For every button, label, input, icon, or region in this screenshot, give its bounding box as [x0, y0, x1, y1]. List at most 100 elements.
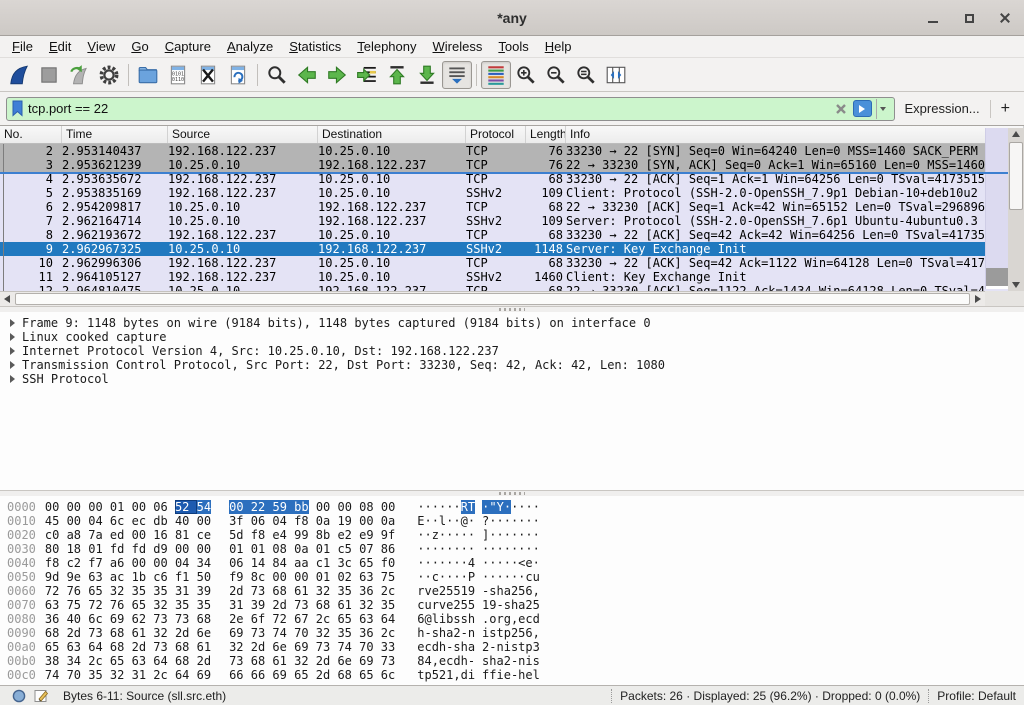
hex-ascii[interactable]: h-sha2-n	[417, 626, 475, 640]
hex-ascii[interactable]: ecdh-sha	[417, 640, 475, 654]
menu-item-edit[interactable]: Edit	[41, 37, 79, 56]
packet-row[interactable]: 72.96216471410.25.0.10192.168.122.237SSH…	[0, 214, 1024, 228]
toolbar-button-close-file-icon[interactable]	[193, 61, 223, 89]
menu-item-help[interactable]: Help	[537, 37, 580, 56]
expand-arrow-icon[interactable]	[10, 375, 15, 383]
hex-ascii[interactable]: 6@libssh	[417, 612, 475, 626]
menu-item-statistics[interactable]: Statistics	[281, 37, 349, 56]
status-profile[interactable]: Profile: Default	[937, 689, 1016, 703]
hex-bytes[interactable]: 74 70 35 32 31 2c 64 69	[45, 668, 211, 682]
menu-item-capture[interactable]: Capture	[157, 37, 219, 56]
hex-bytes[interactable]: 9d 9e 63 ac 1b c6 f1 50	[45, 570, 211, 584]
toolbar-button-capture-options-icon[interactable]	[94, 61, 124, 89]
hex-ascii[interactable]: sha2-nis	[482, 654, 540, 668]
expression-button[interactable]: Expression...	[901, 101, 984, 116]
col-header-source[interactable]: Source	[168, 126, 318, 143]
filter-clear-icon[interactable]	[833, 101, 849, 117]
packet-row[interactable]: 32.95362123910.25.0.10192.168.122.237TCP…	[0, 158, 1024, 172]
hex-ascii[interactable]: ········	[482, 542, 540, 556]
toolbar-button-go-first-icon[interactable]	[382, 61, 412, 89]
toolbar-button-resize-columns-icon[interactable]	[601, 61, 631, 89]
hex-bytes[interactable]: 01 01 08 0a 01 c5 07 86	[229, 542, 395, 556]
toolbar-button-zoom-in-icon[interactable]	[511, 61, 541, 89]
scrollbar-left-arrow[interactable]	[0, 292, 14, 306]
hscrollbar-thumb[interactable]	[15, 293, 970, 305]
hex-ascii[interactable]: .org,ecd	[482, 612, 540, 626]
packet-list-vscrollbar[interactable]	[1008, 128, 1024, 291]
toolbar-button-colorize-icon[interactable]	[481, 61, 511, 89]
expert-info-icon[interactable]	[12, 689, 26, 703]
packet-row[interactable]: 82.962193672192.168.122.23710.25.0.10TCP…	[0, 228, 1024, 242]
hex-row[interactable]: 0020c0 a8 7a ed 00 16 81 ce5d f8 e4 99 8…	[0, 528, 1024, 542]
menu-item-file[interactable]: File	[4, 37, 41, 56]
hex-row[interactable]: 00b038 34 2c 65 63 64 68 2d73 68 61 32 2…	[0, 654, 1024, 668]
hex-bytes[interactable]: 2d 73 68 61 32 35 36 2c	[229, 584, 395, 598]
hex-row[interactable]: 003080 18 01 fd fd d9 00 0001 01 08 0a 0…	[0, 542, 1024, 556]
packet-list-hscrollbar[interactable]	[0, 291, 985, 306]
hex-row[interactable]: 00c074 70 35 32 31 2c 64 6966 66 69 65 2…	[0, 668, 1024, 682]
hex-ascii[interactable]: ·····<e·	[482, 556, 540, 570]
toolbar-button-go-forward-icon[interactable]	[322, 61, 352, 89]
toolbar-button-go-back-icon[interactable]	[292, 61, 322, 89]
hex-ascii[interactable]: -sha256,	[482, 584, 540, 598]
scrollbar-up-arrow[interactable]	[1008, 128, 1024, 140]
hex-bytes[interactable]: 45 00 04 6c ec db 40 00	[45, 514, 211, 528]
col-header-time[interactable]: Time	[62, 126, 168, 143]
vscrollbar-thumb[interactable]	[1009, 142, 1023, 210]
hex-bytes[interactable]: 3f 06 04 f8 0a 19 00 0a	[229, 514, 395, 528]
toolbar-button-find-packet-icon[interactable]	[262, 61, 292, 89]
hex-bytes[interactable]: 68 2d 73 68 61 32 2d 6e	[45, 626, 211, 640]
col-header-destination[interactable]: Destination	[318, 126, 466, 143]
hex-ascii[interactable]: ?·······	[482, 514, 540, 528]
hex-ascii[interactable]: E··l··@·	[417, 514, 475, 528]
hex-bytes[interactable]: 38 34 2c 65 63 64 68 2d	[45, 654, 211, 668]
hex-bytes[interactable]: 72 76 65 32 35 35 31 39	[45, 584, 211, 598]
hex-ascii[interactable]: ··c····P	[417, 570, 475, 584]
toolbar-button-zoom-out-icon[interactable]	[541, 61, 571, 89]
menu-item-analyze[interactable]: Analyze	[219, 37, 281, 56]
hex-ascii[interactable]: rve25519	[417, 584, 475, 598]
hex-bytes[interactable]: 32 2d 6e 69 73 74 70 33	[229, 640, 395, 654]
hex-bytes[interactable]: 66 66 69 65 2d 68 65 6c	[229, 668, 395, 682]
detail-line[interactable]: Internet Protocol Version 4, Src: 10.25.…	[0, 344, 1024, 358]
hex-bytes[interactable]: 73 68 61 32 2d 6e 69 73	[229, 654, 395, 668]
hex-row[interactable]: 009068 2d 73 68 61 32 2d 6e69 73 74 70 3…	[0, 626, 1024, 640]
expand-arrow-icon[interactable]	[10, 319, 15, 327]
col-header-no[interactable]: No.	[0, 126, 62, 143]
hex-ascii[interactable]: 19-sha25	[482, 598, 540, 612]
hex-ascii[interactable]: ·"Y·····	[482, 500, 540, 514]
toolbar-button-go-last-icon[interactable]	[412, 61, 442, 89]
toolbar-button-auto-scroll-icon[interactable]	[442, 61, 472, 89]
hex-ascii[interactable]: ··z·····	[417, 528, 475, 542]
filter-apply-icon[interactable]	[853, 100, 872, 117]
hex-ascii[interactable]: ]·······	[482, 528, 540, 542]
scrollbar-down-arrow[interactable]	[1008, 279, 1024, 291]
close-button[interactable]	[994, 7, 1016, 29]
hex-bytes[interactable]: 00 22 59 bb 00 00 08 00	[229, 500, 395, 514]
menu-item-telephony[interactable]: Telephony	[349, 37, 424, 56]
expand-arrow-icon[interactable]	[10, 347, 15, 355]
hex-bytes[interactable]: f8 c2 f7 a6 00 00 04 34	[45, 556, 211, 570]
menu-item-view[interactable]: View	[79, 37, 123, 56]
hex-bytes[interactable]: 63 75 72 76 65 32 35 35	[45, 598, 211, 612]
hex-bytes[interactable]: 00 00 00 01 00 06 52 54	[45, 500, 211, 514]
hex-ascii[interactable]: ·······4	[417, 556, 475, 570]
hex-bytes[interactable]: 2e 6f 72 67 2c 65 63 64	[229, 612, 395, 626]
hex-ascii[interactable]: curve255	[417, 598, 475, 612]
hex-bytes[interactable]: 06 14 84 aa c1 3c 65 f0	[229, 556, 395, 570]
col-header-length[interactable]: Length	[526, 126, 566, 143]
scrollbar-right-arrow[interactable]	[971, 292, 985, 306]
hex-row[interactable]: 00509d 9e 63 ac 1b c6 f1 50f9 8c 00 00 0…	[0, 570, 1024, 584]
expand-arrow-icon[interactable]	[10, 361, 15, 369]
minimize-button[interactable]	[922, 7, 944, 29]
hex-row[interactable]: 00a065 63 64 68 2d 73 68 6132 2d 6e 69 7…	[0, 640, 1024, 654]
hex-bytes[interactable]: 65 63 64 68 2d 73 68 61	[45, 640, 211, 654]
hex-bytes[interactable]: 31 39 2d 73 68 61 32 35	[229, 598, 395, 612]
hex-ascii[interactable]: 2-nistp3	[482, 640, 540, 654]
toolbar-button-go-to-packet-icon[interactable]	[352, 61, 382, 89]
detail-line[interactable]: Frame 9: 1148 bytes on wire (9184 bits),…	[0, 316, 1024, 330]
detail-line[interactable]: Linux cooked capture	[0, 330, 1024, 344]
menu-item-wireless[interactable]: Wireless	[425, 37, 491, 56]
packet-list-minimap[interactable]	[985, 128, 1008, 289]
hex-ascii[interactable]: istp256,	[482, 626, 540, 640]
